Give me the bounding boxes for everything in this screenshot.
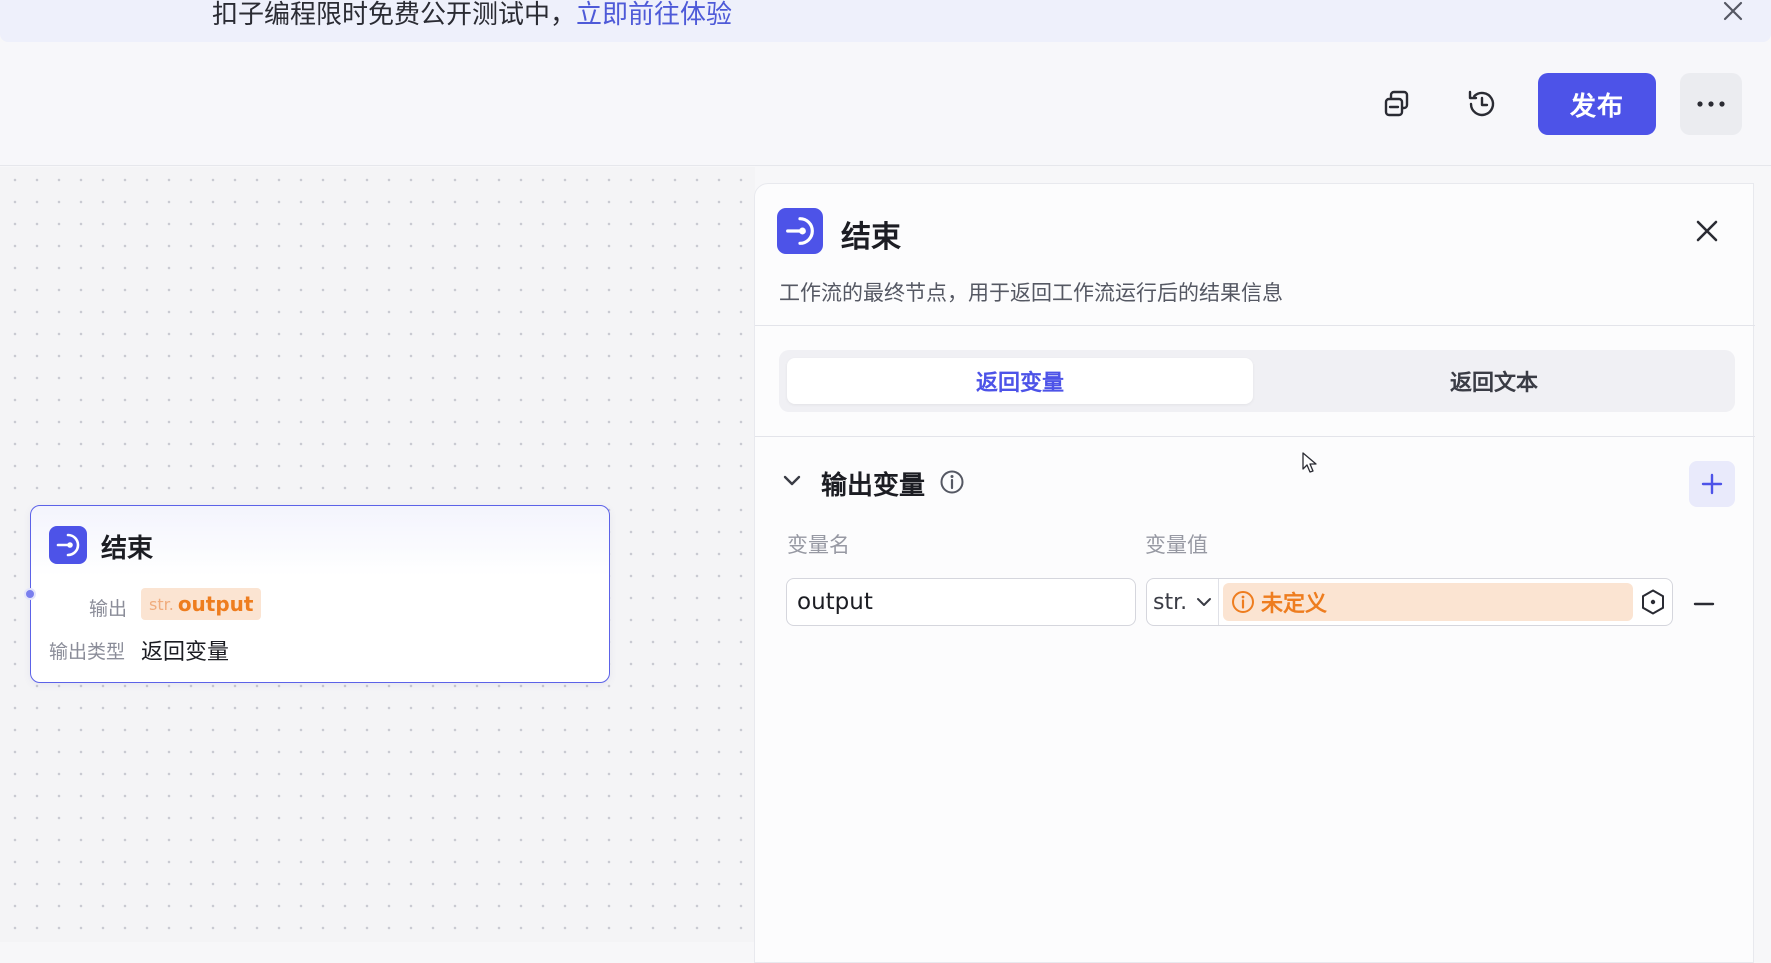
node-output-type-label: 输出类型 — [49, 641, 126, 663]
section-title: 输出变量 — [821, 471, 926, 501]
node-config-panel: 结束 工作流的最终节点，用于返回工作流运行后的结果信息 返回变量 返回文本 输出… — [754, 183, 1755, 963]
banner-link[interactable]: 立即前往体验 — [576, 0, 732, 30]
divider — [755, 325, 1755, 326]
top-toolbar: 发布 — [0, 42, 1771, 166]
info-icon[interactable] — [939, 469, 965, 495]
end-node-card[interactable]: 结束 输出 str. output 输出类型 返回变量 — [24, 505, 610, 683]
column-header-name: 变量名 — [787, 533, 850, 557]
node-title: 结束 — [101, 534, 154, 564]
variable-name-input[interactable] — [786, 578, 1136, 626]
banner-close-icon[interactable] — [1718, 0, 1746, 28]
return-mode-tabs: 返回变量 返回文本 — [779, 350, 1735, 412]
undefined-value-text: 未定义 — [1261, 592, 1328, 617]
undefined-value-pill[interactable]: 未定义 — [1223, 583, 1633, 621]
tab-return-text[interactable]: 返回文本 — [1261, 358, 1727, 404]
copy-icon[interactable] — [1377, 84, 1417, 124]
tab-return-variable[interactable]: 返回变量 — [787, 358, 1253, 404]
divider — [755, 436, 1755, 437]
minus-icon[interactable] — [1689, 589, 1719, 619]
banner-message: 扣子编程限时免费公开测试中， — [212, 0, 577, 30]
variable-ref-icon[interactable] — [1639, 588, 1667, 616]
banner-text: 扣子编程限时免费公开测试中，立即前往体验 — [212, 0, 732, 31]
announcement-banner: 扣子编程限时免费公开测试中，立即前往体验 — [0, 0, 1771, 42]
workflow-canvas[interactable]: 结束 输出 str. output 输出类型 返回变量 — [0, 167, 755, 942]
column-header-value: 变量值 — [1145, 533, 1208, 557]
publish-button[interactable]: 发布 — [1538, 73, 1656, 135]
node-output-badge: str. output — [141, 588, 262, 620]
history-icon[interactable] — [1462, 84, 1502, 124]
node-output-type-value: 返回变量 — [141, 640, 230, 665]
chevron-down-icon[interactable] — [779, 468, 805, 494]
variable-type-select[interactable]: str. — [1147, 579, 1219, 625]
add-variable-button[interactable] — [1689, 461, 1735, 507]
node-output-label: 输出 — [89, 598, 128, 620]
variable-value-field[interactable]: str. 未定义 — [1146, 578, 1673, 626]
more-icon[interactable] — [1680, 73, 1742, 135]
panel-description: 工作流的最终节点，用于返回工作流运行后的结果信息 — [779, 281, 1283, 305]
node-input-handle[interactable] — [24, 588, 36, 600]
end-node-icon — [49, 526, 87, 564]
warning-info-icon — [1232, 591, 1254, 613]
node-output-type: str. — [149, 594, 174, 614]
close-icon[interactable] — [1690, 214, 1724, 248]
panel-title: 结束 — [841, 220, 901, 255]
end-node-icon — [777, 208, 823, 254]
variable-type-label: str. — [1153, 589, 1188, 615]
mouse-cursor-icon — [1302, 452, 1318, 474]
node-output-name: output — [177, 592, 254, 616]
chevron-down-icon — [1197, 598, 1212, 606]
